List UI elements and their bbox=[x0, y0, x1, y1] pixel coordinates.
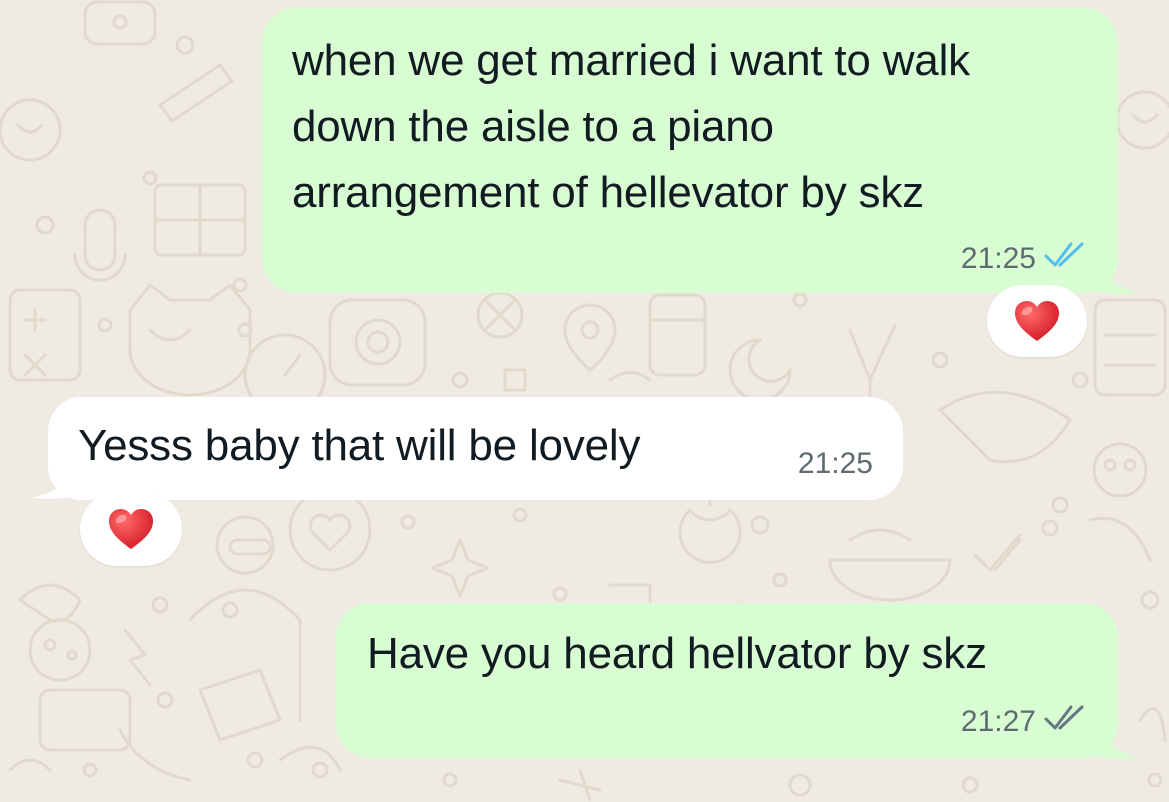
heart-icon bbox=[109, 509, 153, 549]
double-check-icon bbox=[1044, 242, 1090, 276]
message-bubble-outgoing[interactable]: Have you heard hellvator by skz 21:27 bbox=[336, 603, 1118, 758]
message-bubble-incoming[interactable]: Yesss baby that will be lovely 21:25 bbox=[48, 397, 903, 500]
message-meta: 21:25 bbox=[961, 242, 1090, 276]
chat-conversation: when we get married i want to walk down … bbox=[0, 0, 1169, 802]
message-timestamp: 21:27 bbox=[960, 705, 1036, 738]
message-bubble-outgoing[interactable]: when we get married i want to walk down … bbox=[262, 8, 1118, 293]
reaction-heart[interactable] bbox=[80, 492, 182, 566]
heart-icon bbox=[1015, 301, 1059, 341]
double-check-icon bbox=[1044, 705, 1090, 739]
message-text: when we get married i want to walk down … bbox=[292, 36, 970, 217]
message-text: Have you heard hellvator by skz bbox=[367, 629, 987, 678]
reaction-heart[interactable] bbox=[987, 285, 1087, 357]
message-timestamp: 21:25 bbox=[960, 242, 1036, 275]
message-text: Yesss baby that will be lovely bbox=[78, 421, 641, 470]
message-meta: 21:25 bbox=[798, 447, 873, 481]
message-meta: 21:27 bbox=[961, 705, 1090, 739]
message-timestamp: 21:25 bbox=[797, 447, 873, 480]
